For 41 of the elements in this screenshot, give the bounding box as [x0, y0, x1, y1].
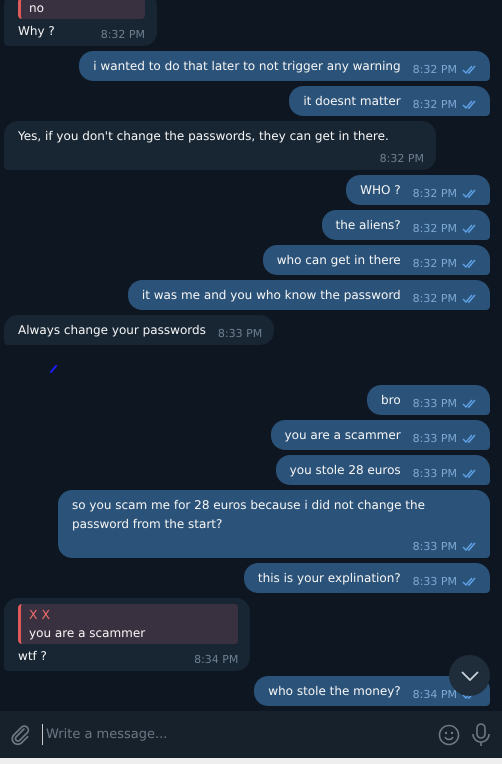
message-time: 8:32 PM: [380, 151, 424, 167]
message-time: 8:32 PM: [412, 291, 457, 307]
message-text: WHO ?: [360, 182, 401, 199]
message-text: who can get in there: [276, 252, 401, 269]
message-time: 8:33 PM: [412, 466, 457, 482]
message-text: wtf ?: [18, 648, 47, 665]
message-text: Always change your passwords: [18, 322, 206, 339]
message-time: 8:32 PM: [412, 221, 457, 237]
message-time: 8:34 PM: [194, 652, 238, 668]
message-text: you are a scammer: [284, 427, 401, 444]
message-time: 8:32 PM: [100, 27, 146, 43]
message-time: 8:34 PM: [412, 687, 457, 703]
emoji-icon[interactable]: [438, 724, 460, 746]
chevron-down-icon: [460, 670, 478, 680]
attach-icon[interactable]: [10, 724, 32, 746]
message-text: you stole 28 euros: [290, 462, 401, 479]
message-time: 8:32 PM: [412, 97, 457, 113]
message-text: this is your explination?: [258, 570, 401, 587]
microphone-icon[interactable]: [470, 722, 492, 746]
message-time: 8:33 PM: [412, 431, 457, 447]
message-time: 8:33 PM: [412, 539, 457, 555]
message-text: i wanted to do that later to not trigger any warning: [93, 58, 401, 75]
message-input[interactable]: Write a message...: [42, 724, 428, 746]
message-text: Why ?: [18, 23, 55, 40]
message-text: the aliens?: [336, 217, 401, 234]
message-text: bro: [381, 392, 401, 409]
message-time: 8:32 PM: [412, 186, 457, 202]
message-text: it doesnt matter: [303, 93, 401, 110]
message-time: 8:33 PM: [218, 326, 262, 342]
message-time: 8:33 PM: [412, 574, 457, 590]
message-text: it was me and you who know the password: [142, 287, 401, 304]
message-text: so you scam me for 28 euros because i did not change the password from the start?: [72, 497, 426, 533]
pen-stroke-icon: [50, 364, 58, 373]
reply-text: you are a scammer: [29, 625, 146, 642]
message-text: Yes, if you don't change the passwords, they can get in there.: [18, 128, 389, 145]
message-time: 8:32 PM: [412, 62, 457, 78]
reply-text: no: [29, 0, 45, 17]
message-time: 8:32 PM: [412, 256, 457, 272]
reply-author: X X: [29, 606, 52, 624]
message-time: 8:33 PM: [412, 396, 457, 412]
message-text: who stole the money?: [268, 683, 401, 700]
